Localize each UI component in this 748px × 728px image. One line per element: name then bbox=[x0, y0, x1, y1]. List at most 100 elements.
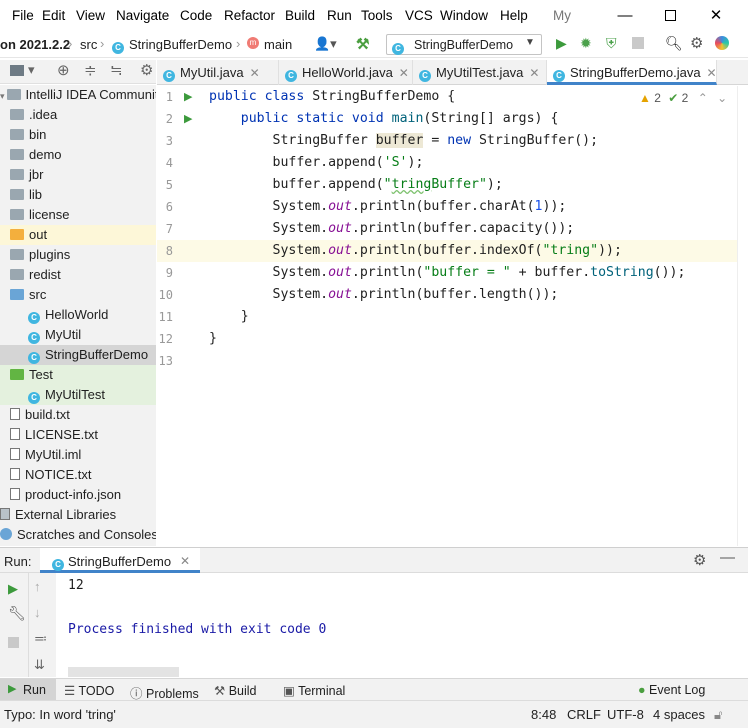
tree-item-label: .idea bbox=[29, 107, 58, 122]
menu-build[interactable]: Build bbox=[285, 8, 315, 23]
chevron-right-icon: › bbox=[68, 36, 73, 51]
dropdown-icon[interactable]: ▾ bbox=[28, 62, 35, 78]
jetbrains-logo-icon[interactable] bbox=[715, 36, 729, 50]
tool-run[interactable]: ▶ Run bbox=[0, 679, 56, 700]
lock-icon[interactable]: 🔓︎ bbox=[714, 707, 722, 723]
gear-icon[interactable]: ⚙ bbox=[140, 61, 153, 79]
tree-item[interactable]: .idea bbox=[0, 105, 156, 125]
close-tab-icon[interactable]: ✕ bbox=[399, 66, 409, 80]
breadcrumb-src[interactable]: src bbox=[80, 37, 97, 52]
tool-terminal[interactable]: ▣ Terminal bbox=[283, 683, 345, 698]
run-tab[interactable]: C StringBufferDemo ✕ bbox=[40, 548, 200, 573]
menu-tools[interactable]: Tools bbox=[361, 8, 393, 23]
chevron-right-icon: › bbox=[100, 36, 105, 51]
expand-all-icon[interactable]: ≒ bbox=[110, 61, 123, 79]
tree-item[interactable]: bin bbox=[0, 125, 156, 145]
tree-item[interactable]: External Libraries bbox=[0, 505, 156, 525]
tree-item[interactable]: build.txt bbox=[0, 405, 156, 425]
close-tab-icon[interactable]: ✕ bbox=[529, 66, 539, 80]
code-editor[interactable]: public class StringBufferDemo { public s… bbox=[209, 86, 737, 546]
indent-setting[interactable]: 4 spaces bbox=[653, 707, 705, 722]
close-tab-icon[interactable]: ✕ bbox=[707, 66, 717, 80]
tree-item[interactable]: jbr bbox=[0, 165, 156, 185]
stop-icon[interactable] bbox=[632, 37, 644, 49]
tree-item[interactable]: Test bbox=[0, 365, 156, 385]
user-icon[interactable]: 👤▾ bbox=[314, 36, 337, 52]
tree-item[interactable]: out bbox=[0, 225, 156, 245]
coverage-icon[interactable]: ⛨ bbox=[606, 35, 617, 52]
run-method-icon[interactable]: ▶ bbox=[184, 112, 192, 125]
wrench-icon[interactable]: 🔧︎ bbox=[8, 605, 26, 622]
maximize-icon[interactable] bbox=[660, 6, 680, 26]
menu-view[interactable]: View bbox=[76, 8, 105, 23]
tree-item[interactable]: NOTICE.txt bbox=[0, 465, 156, 485]
chevron-up-icon[interactable]: ⌃ bbox=[698, 91, 708, 105]
debug-icon[interactable]: ✹ bbox=[580, 35, 592, 52]
run-config-select[interactable]: C StringBufferDemo ▼ bbox=[386, 34, 542, 55]
breadcrumb-project[interactable]: on 2021.2.2 bbox=[0, 37, 70, 52]
tree-item[interactable]: C MyUtil bbox=[0, 325, 156, 345]
line-separator[interactable]: CRLF bbox=[567, 707, 601, 722]
soft-wrap-icon[interactable]: ≕ bbox=[34, 631, 47, 647]
tree-item[interactable]: plugins bbox=[0, 245, 156, 265]
collapse-all-icon[interactable]: ≑ bbox=[84, 61, 97, 79]
tree-item[interactable]: MyUtil.iml bbox=[0, 445, 156, 465]
tree-item[interactable]: redist bbox=[0, 265, 156, 285]
gear-icon[interactable]: ⚙ bbox=[693, 551, 706, 569]
tree-item[interactable]: license bbox=[0, 205, 156, 225]
event-log[interactable]: ● Event Log bbox=[638, 683, 705, 697]
locate-icon[interactable]: ⊕ bbox=[57, 61, 70, 79]
menu-window[interactable]: Window bbox=[440, 8, 488, 23]
inspection-widget[interactable]: ▲ 2 ✔ 2 ⌃ ⌄ bbox=[639, 91, 727, 105]
project-view-icon[interactable] bbox=[10, 65, 24, 76]
stop-icon[interactable] bbox=[8, 637, 19, 648]
search-icon[interactable]: 🔍︎ bbox=[665, 35, 683, 52]
tab-myutiltest[interactable]: C MyUtilTest.java ✕ bbox=[413, 60, 547, 85]
menu-file[interactable]: File bbox=[12, 8, 34, 23]
menu-run[interactable]: Run bbox=[327, 8, 352, 23]
tree-item[interactable]: C HelloWorld bbox=[0, 305, 156, 325]
tree-item[interactable]: C MyUtilTest bbox=[0, 385, 156, 405]
tab-stringbufferdemo[interactable]: C StringBufferDemo.java ✕ bbox=[547, 60, 717, 85]
tab-helloworld[interactable]: C HelloWorld.java ✕ bbox=[279, 60, 413, 85]
menu-navigate[interactable]: Navigate bbox=[116, 8, 169, 23]
menu-refactor[interactable]: Refactor bbox=[224, 8, 275, 23]
tree-item[interactable]: Scratches and Consoles bbox=[0, 525, 156, 545]
file-encoding[interactable]: UTF-8 bbox=[607, 707, 644, 722]
menu-vcs[interactable]: VCS bbox=[405, 8, 433, 23]
tree-item[interactable]: demo bbox=[0, 145, 156, 165]
minimize-icon[interactable]: — bbox=[615, 6, 635, 26]
tree-item[interactable]: src bbox=[0, 285, 156, 305]
run-class-icon[interactable]: ▶ bbox=[184, 90, 192, 103]
close-tab-icon[interactable]: ✕ bbox=[180, 554, 190, 568]
rerun-icon[interactable]: ▶ bbox=[8, 581, 18, 597]
close-icon[interactable]: ✕ bbox=[706, 6, 726, 26]
arrow-down-icon[interactable]: ↓ bbox=[34, 605, 41, 620]
tree-item[interactable]: lib bbox=[0, 185, 156, 205]
chevron-down-icon[interactable]: ⌄ bbox=[717, 91, 727, 105]
arrow-up-icon[interactable]: ↑ bbox=[34, 579, 41, 594]
gear-icon[interactable]: ⚙ bbox=[690, 34, 703, 52]
close-tab-icon[interactable]: ✕ bbox=[250, 66, 260, 80]
scroll-end-icon[interactable]: ⇊ bbox=[34, 657, 45, 673]
menu-code[interactable]: Code bbox=[180, 8, 212, 23]
run-icon[interactable]: ▶ bbox=[556, 35, 567, 52]
run-console[interactable]: 12 Process finished with exit code 0 bbox=[56, 573, 736, 677]
tree-item-label: External Libraries bbox=[15, 507, 117, 522]
breadcrumb-method[interactable]: main bbox=[264, 37, 292, 52]
hide-icon[interactable]: — bbox=[720, 549, 735, 566]
editor-scrollbar[interactable] bbox=[737, 86, 748, 546]
tool-build[interactable]: ⚒ Build bbox=[214, 683, 256, 698]
menu-edit[interactable]: Edit bbox=[42, 8, 65, 23]
console-scrollbar[interactable] bbox=[68, 667, 179, 677]
menu-help[interactable]: Help bbox=[500, 8, 528, 23]
tab-myutil[interactable]: C MyUtil.java ✕ bbox=[157, 60, 279, 85]
caret-position[interactable]: 8:48 bbox=[531, 707, 556, 722]
tree-item[interactable]: C StringBufferDemo bbox=[0, 345, 156, 365]
breadcrumb-class[interactable]: StringBufferDemo bbox=[129, 37, 232, 52]
tree-root[interactable]: ▾IntelliJ IDEA Community E bbox=[0, 85, 156, 105]
tree-item[interactable]: product-info.json bbox=[0, 485, 156, 505]
tool-todo[interactable]: ☰ TODO bbox=[64, 683, 114, 698]
tree-item[interactable]: LICENSE.txt bbox=[0, 425, 156, 445]
build-hammer-icon[interactable]: ⚒ bbox=[356, 35, 369, 53]
